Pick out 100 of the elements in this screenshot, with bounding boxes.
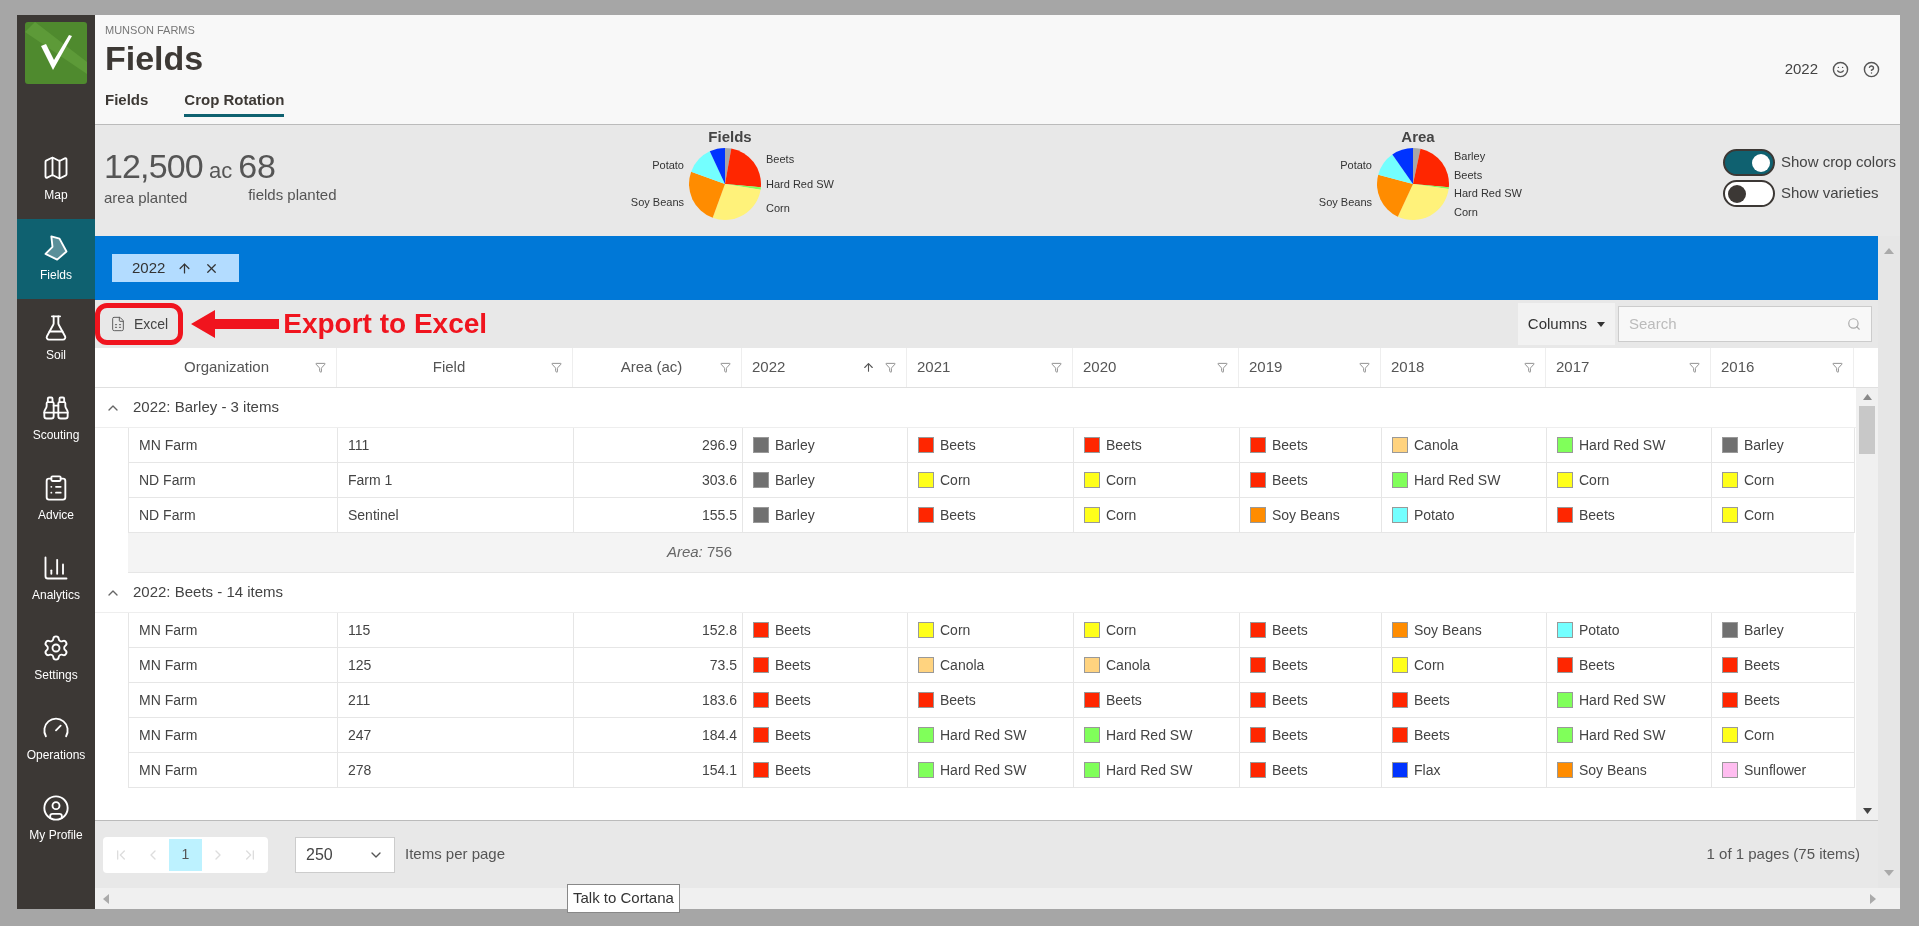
table-cell-text: Beets xyxy=(775,760,811,780)
table-cell-text: Barley xyxy=(1744,435,1784,455)
nav-item[interactable]: Operations xyxy=(17,699,95,779)
nav-item[interactable]: My Profile xyxy=(17,779,95,859)
table-cell-text: Corn xyxy=(1579,470,1610,490)
table-cell-text: 247 xyxy=(348,725,372,745)
table-cell-text: ND Farm xyxy=(139,470,196,490)
table-cell-text: Canola xyxy=(1106,655,1151,675)
table-cell-text: Beets xyxy=(775,655,811,675)
scroll-up-icon[interactable] xyxy=(1862,394,1872,400)
column-header[interactable]: Organization xyxy=(128,348,337,387)
table-cell-text: Farm 1 xyxy=(348,470,393,490)
column-header[interactable]: Field xyxy=(337,348,573,387)
table-cell-text: 184.4 xyxy=(701,725,737,745)
tab[interactable]: Crop Rotation xyxy=(184,88,285,117)
page-size-select[interactable]: 250 xyxy=(295,836,395,873)
filter-icon[interactable] xyxy=(1051,362,1062,373)
filter-icon[interactable] xyxy=(1689,362,1700,373)
table-cell-text: Canola xyxy=(1414,435,1459,455)
columns-dropdown[interactable]: Columns xyxy=(1517,303,1615,345)
pie-label: Corn xyxy=(1454,204,1478,220)
scroll-up-icon[interactable] xyxy=(1884,248,1894,254)
table-cell-text: 125 xyxy=(348,655,372,675)
column-header[interactable]: 2016 xyxy=(1711,348,1854,387)
chart-title: Area xyxy=(1401,127,1435,147)
pie-label: Barley xyxy=(1454,149,1486,164)
scroll-down-icon[interactable] xyxy=(1862,808,1872,814)
scroll-left-icon[interactable] xyxy=(103,893,109,904)
page-size-label: Items per page xyxy=(405,844,506,865)
annotation-label: Export to Excel xyxy=(283,307,488,341)
table-cell-text: Beets xyxy=(775,690,811,710)
filter-icon[interactable] xyxy=(1217,362,1228,373)
table-cell-text: MN Farm xyxy=(139,760,198,780)
table-cell-text: Corn xyxy=(1744,505,1775,525)
table-cell-text: 303.6 xyxy=(701,470,737,490)
nav-item[interactable]: Advice xyxy=(17,459,95,539)
table-cell-text: Soy Beans xyxy=(1272,505,1340,525)
group-header: 2022: Beets - 14 items xyxy=(133,582,284,603)
column-header[interactable]: 2019 xyxy=(1239,348,1381,387)
nav-item[interactable]: Map xyxy=(17,139,95,219)
table-cell-text: 278 xyxy=(348,760,372,780)
nav-item[interactable]: Scouting xyxy=(17,379,95,459)
filter-icon[interactable] xyxy=(1359,362,1370,373)
tooltip: Talk to Cortana xyxy=(567,884,680,913)
filter-icon[interactable] xyxy=(551,362,562,373)
pie-label: Potato xyxy=(652,158,684,174)
toggle-switch[interactable] xyxy=(1722,180,1775,207)
nav-item[interactable]: Soil xyxy=(17,299,95,379)
table-cell-text: 211 xyxy=(348,690,371,710)
page-button[interactable]: 1 xyxy=(169,838,202,871)
table-cell-text: Beets xyxy=(1272,620,1308,640)
column-header[interactable]: 2022 xyxy=(742,348,907,387)
table-cell-text: Beets xyxy=(1414,725,1450,745)
table-cell-text: Beets xyxy=(775,620,811,640)
column-header[interactable]: 2017 xyxy=(1546,348,1711,387)
column-header[interactable]: 2021 xyxy=(907,348,1073,387)
filter-icon[interactable] xyxy=(1524,362,1535,373)
table-cell-text: Corn xyxy=(1414,655,1445,675)
table-cell-text: Hard Red SW xyxy=(1106,725,1193,745)
tab[interactable]: Fields xyxy=(105,88,149,117)
group-summary: Area: 756 xyxy=(665,542,733,563)
toggle-switch[interactable] xyxy=(1722,149,1775,176)
smiley-icon[interactable] xyxy=(1832,60,1849,78)
page-scrollbar[interactable] xyxy=(1878,236,1900,888)
nav-item[interactable]: Analytics xyxy=(17,539,95,619)
table-cell-text: 152.8 xyxy=(701,620,737,640)
pie-label: Hard Red SW xyxy=(1454,186,1522,201)
scrollbar-thumb[interactable] xyxy=(1859,406,1875,454)
filter-icon[interactable] xyxy=(315,362,326,373)
filter-icon[interactable] xyxy=(1832,362,1843,373)
scroll-right-icon[interactable] xyxy=(1870,893,1876,904)
sort-ascending-icon[interactable] xyxy=(177,260,193,276)
filter-icon[interactable] xyxy=(720,362,731,373)
help-icon[interactable] xyxy=(1863,60,1880,78)
table-cell-text: Barley xyxy=(775,470,815,490)
table-cell-text: Beets xyxy=(1106,690,1142,710)
group-chip[interactable]: 2022 xyxy=(112,254,240,282)
pie-label: Potato xyxy=(1340,158,1372,174)
horizontal-scrollbar[interactable] xyxy=(95,888,1900,909)
pie-label: Corn xyxy=(766,201,790,217)
search-input[interactable]: Search xyxy=(1629,312,1847,336)
stat-label: fields planted xyxy=(247,185,337,205)
settings-icon xyxy=(42,634,70,662)
sort-ascending-icon xyxy=(862,361,875,374)
nav-item[interactable]: Fields xyxy=(17,219,95,299)
area-value: 12,500 xyxy=(104,148,203,184)
table-cell-text: Corn xyxy=(1744,470,1775,490)
nav-item[interactable]: Settings xyxy=(17,619,95,699)
pie-label: Hard Red SW xyxy=(766,176,834,192)
column-header[interactable]: 2018 xyxy=(1381,348,1546,387)
filter-icon[interactable] xyxy=(885,362,896,373)
column-header[interactable]: Area (ac) xyxy=(573,348,742,387)
table-cell-text: Barley xyxy=(1744,620,1784,640)
table-cell-text: 154.1 xyxy=(701,760,737,780)
year-selector[interactable]: 2022 xyxy=(1784,58,1818,81)
vertical-scrollbar[interactable] xyxy=(1856,388,1878,820)
column-header[interactable]: 2020 xyxy=(1073,348,1239,387)
group-header: 2022: Barley - 3 items xyxy=(133,397,279,418)
search-field[interactable]: Search xyxy=(1618,306,1872,342)
table-cell-text: Flax xyxy=(1414,760,1441,780)
